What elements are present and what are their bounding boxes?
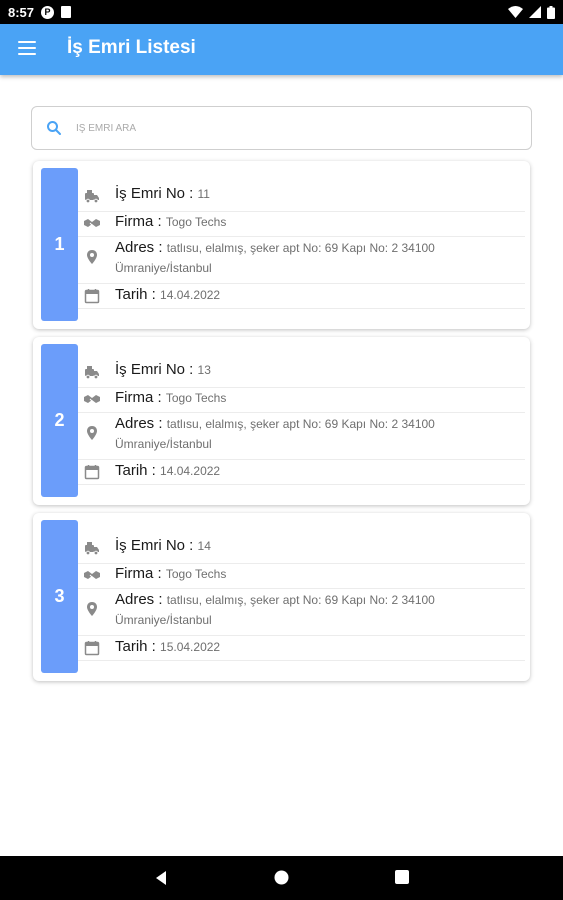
address-row-label: Adres : xyxy=(115,415,163,432)
date-row-value: 14.04.2022 xyxy=(160,464,221,478)
date-row-text: Tarih : 15.04.2022 xyxy=(115,637,521,657)
recents-icon[interactable] xyxy=(395,870,409,884)
order-no-row: İş Emri No : 14 xyxy=(78,533,525,564)
vehicle-icon xyxy=(84,188,100,204)
address-row-text: Adres : tatlısu, elalmış, şeker apt No: … xyxy=(115,414,521,454)
handshake-icon xyxy=(84,215,100,231)
handshake-icon xyxy=(84,391,100,407)
calendar-icon xyxy=(84,640,100,656)
order-details: İş Emri No : 14 Firma : Togo Techs Adres :… xyxy=(78,513,525,681)
date-row-value: 15.04.2022 xyxy=(160,640,221,654)
location-pin-icon xyxy=(84,425,100,441)
back-icon[interactable] xyxy=(154,870,168,886)
search-icon xyxy=(47,121,61,135)
company-row-label: Firma : xyxy=(115,213,162,230)
address-row: Adres : tatlısu, elalmış, şeker apt No: … xyxy=(78,412,525,460)
date-row-label: Tarih : xyxy=(115,638,156,655)
order-index-badge: 1 xyxy=(41,168,78,321)
company-row-value: Togo Techs xyxy=(165,215,227,229)
calendar-icon xyxy=(84,464,100,480)
order-details: İş Emri No : 13 Firma : Togo Techs Adres :… xyxy=(78,337,525,505)
vehicle-icon xyxy=(84,364,100,380)
company-row-text: Firma : Togo Techs xyxy=(115,212,521,232)
address-row-text: Adres : tatlısu, elalmış, şeker apt No: … xyxy=(115,238,521,278)
address-row: Adres : tatlısu, elalmış, şeker apt No: … xyxy=(78,588,525,636)
address-row-value: Ümraniye/İstanbul xyxy=(115,437,212,451)
date-row-label: Tarih : xyxy=(115,462,156,479)
company-row: Firma : Togo Techs xyxy=(78,387,525,413)
company-row: Firma : Togo Techs xyxy=(78,211,525,237)
order-no-row: İş Emri No : 11 xyxy=(78,181,525,212)
address-row-value: tatlısu, elalmış, şeker apt No: 69 Kapı … xyxy=(166,593,435,607)
order-card[interactable]: 2 İş Emri No : 13 Firma : Togo Techs Adres … xyxy=(33,337,530,505)
search-box[interactable] xyxy=(31,106,532,150)
address-row-value: tatlısu, elalmış, şeker apt No: 69 Kapı … xyxy=(166,417,435,431)
address-row-value: tatlısu, elalmış, şeker apt No: 69 Kapı … xyxy=(166,241,435,255)
date-row: Tarih : 14.04.2022 xyxy=(78,459,525,485)
address-row-text: Adres : tatlısu, elalmış, şeker apt No: … xyxy=(115,590,521,630)
date-row-text: Tarih : 14.04.2022 xyxy=(115,461,521,481)
order-no-row-label: İş Emri No : xyxy=(115,537,194,554)
search-input[interactable] xyxy=(74,121,498,135)
status-time: 8:57 xyxy=(8,4,35,20)
status-bar: 8:57 P xyxy=(0,0,563,24)
order-no-row-value: 11 xyxy=(197,187,210,201)
order-details: İş Emri No : 11 Firma : Togo Techs Adres :… xyxy=(78,161,525,329)
order-index-badge: 3 xyxy=(41,520,78,673)
battery-icon xyxy=(547,5,555,19)
sd-card-icon xyxy=(61,6,72,18)
navigation-bar xyxy=(0,856,563,900)
order-no-row-value: 14 xyxy=(197,539,211,553)
date-row-label: Tarih : xyxy=(115,286,156,303)
order-no-row-text: İş Emri No : 11 xyxy=(115,184,521,204)
order-no-row-value: 13 xyxy=(197,363,211,377)
company-row-label: Firma : xyxy=(115,565,162,582)
company-row-text: Firma : Togo Techs xyxy=(115,564,521,584)
signal-icon xyxy=(529,6,541,18)
app-bar: İş Emri Listesi xyxy=(0,24,563,75)
location-pin-icon xyxy=(84,249,100,265)
company-row-value: Togo Techs xyxy=(165,567,227,581)
date-row-text: Tarih : 14.04.2022 xyxy=(115,285,521,305)
order-no-row-label: İş Emri No : xyxy=(115,361,194,378)
date-row-value: 14.04.2022 xyxy=(160,288,221,302)
calendar-icon xyxy=(84,288,100,304)
order-no-row-label: İş Emri No : xyxy=(115,185,194,202)
order-no-row-text: İş Emri No : 13 xyxy=(115,360,521,380)
date-row: Tarih : 14.04.2022 xyxy=(78,283,525,309)
handshake-icon xyxy=(84,567,100,583)
company-row-label: Firma : xyxy=(115,389,162,406)
wifi-icon xyxy=(508,6,523,18)
address-row-value: Ümraniye/İstanbul xyxy=(115,613,212,627)
address-row-label: Adres : xyxy=(115,239,163,256)
address-row-value: Ümraniye/İstanbul xyxy=(115,261,212,275)
hamburger-menu-icon[interactable] xyxy=(18,41,36,55)
order-index-badge: 2 xyxy=(41,344,78,497)
order-card[interactable]: 1 İş Emri No : 11 Firma : Togo Techs Adres … xyxy=(33,161,530,329)
company-row-value: Togo Techs xyxy=(165,391,227,405)
order-card[interactable]: 3 İş Emri No : 14 Firma : Togo Techs Adres … xyxy=(33,513,530,681)
location-pin-icon xyxy=(84,601,100,617)
address-row: Adres : tatlısu, elalmış, şeker apt No: … xyxy=(78,236,525,284)
order-no-row: İş Emri No : 13 xyxy=(78,357,525,388)
vehicle-icon xyxy=(84,540,100,556)
address-row-label: Adres : xyxy=(115,591,163,608)
company-row: Firma : Togo Techs xyxy=(78,563,525,589)
p-notification-icon: P xyxy=(41,5,55,19)
order-no-row-text: İş Emri No : 14 xyxy=(115,536,521,556)
date-row: Tarih : 15.04.2022 xyxy=(78,635,525,661)
company-row-text: Firma : Togo Techs xyxy=(115,388,521,408)
home-icon[interactable] xyxy=(274,870,289,885)
page-title: İş Emri Listesi xyxy=(67,37,196,58)
